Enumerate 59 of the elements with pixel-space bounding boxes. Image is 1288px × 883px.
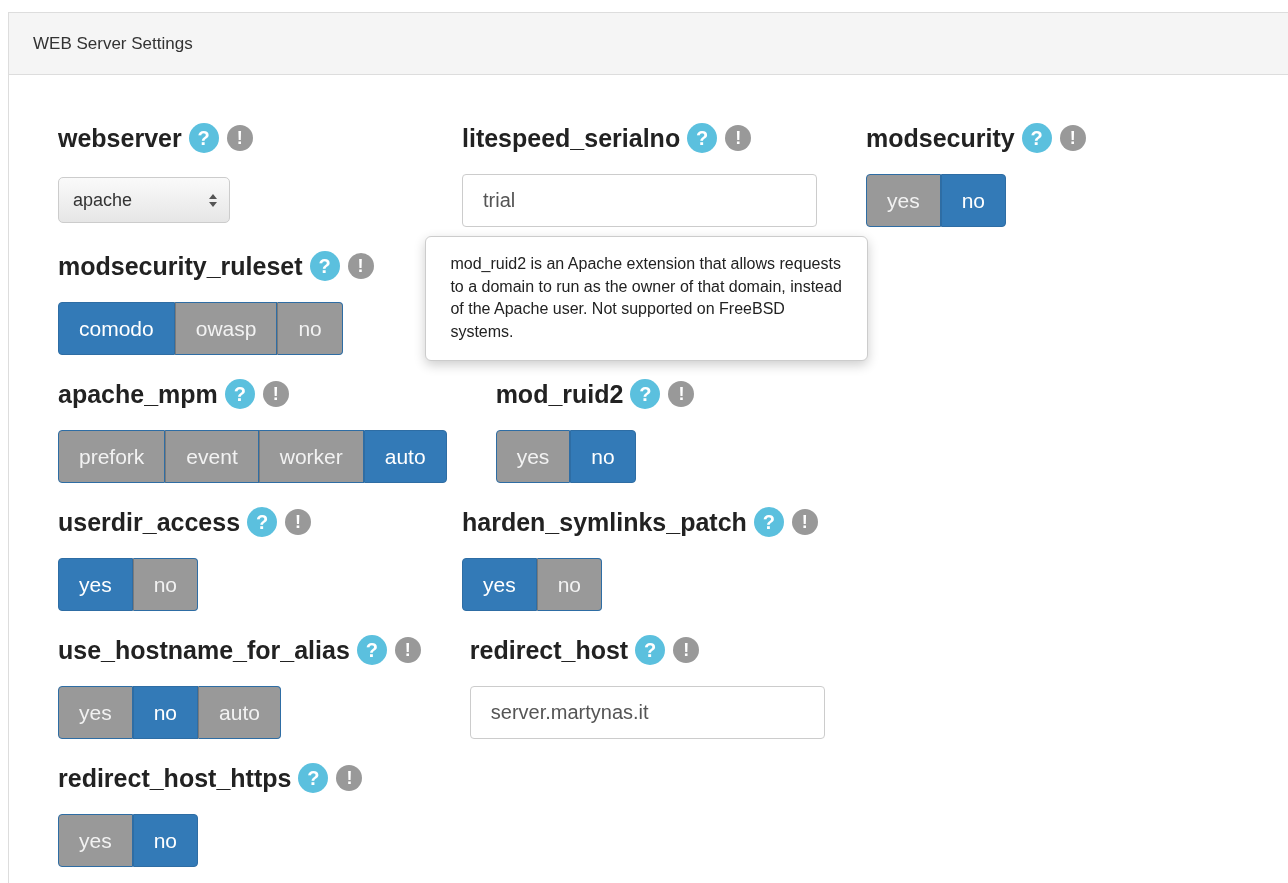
help-icon[interactable]: ? xyxy=(635,635,666,665)
setting-label: harden_symlinks_patch xyxy=(462,507,747,537)
setting-label: webserver xyxy=(58,123,182,153)
toggle-option[interactable]: owasp xyxy=(174,302,278,355)
panel-title: WEB Server Settings xyxy=(33,33,193,54)
info-icon[interactable]: ! xyxy=(347,253,374,279)
info-icon[interactable]: ! xyxy=(791,509,818,535)
help-icon[interactable]: ? xyxy=(630,379,661,409)
toggle-option[interactable]: no xyxy=(132,814,199,867)
help-icon[interactable]: ? xyxy=(247,507,278,537)
toggle-option[interactable]: yes xyxy=(58,814,133,867)
setting-label: redirect_host_https xyxy=(58,763,292,793)
toggle-option[interactable]: yes xyxy=(462,558,537,611)
setting-label: mod_ruid2 xyxy=(495,379,624,409)
text-field[interactable]: trial xyxy=(462,174,817,227)
setting-label: redirect_host xyxy=(469,635,629,665)
toggle-option[interactable]: no xyxy=(277,302,343,355)
info-icon[interactable]: ! xyxy=(262,381,289,407)
setting-label: use_hostname_for_alias xyxy=(58,635,350,665)
setting-label: litespeed_serialno xyxy=(462,123,681,153)
text-field[interactable]: server.martynas.it xyxy=(469,686,825,739)
info-icon[interactable]: ! xyxy=(336,765,363,791)
toggle-option[interactable]: event xyxy=(165,430,259,483)
toggle-option[interactable]: auto xyxy=(198,686,281,739)
info-icon[interactable]: ! xyxy=(673,637,700,663)
setting-label: modsecurity xyxy=(866,123,1015,153)
info-icon[interactable]: ! xyxy=(285,509,312,535)
info-icon[interactable]: ! xyxy=(394,637,421,663)
help-icon[interactable]: ? xyxy=(298,763,329,793)
help-icon[interactable]: ? xyxy=(1021,123,1052,153)
help-icon[interactable]: ? xyxy=(753,507,784,537)
info-icon[interactable]: ! xyxy=(725,125,752,151)
toggle-option[interactable]: yes xyxy=(58,558,133,611)
setting-label: modsecurity_ruleset xyxy=(58,251,303,281)
help-icon[interactable]: ? xyxy=(356,635,387,665)
select-dropdown[interactable]: apache xyxy=(58,177,230,223)
toggle-option[interactable]: yes xyxy=(495,430,571,483)
help-icon[interactable]: ? xyxy=(224,379,255,409)
help-icon[interactable]: ? xyxy=(687,123,718,153)
help-icon[interactable]: ? xyxy=(309,251,340,281)
setting-label: userdir_access xyxy=(58,507,241,537)
toggle-option[interactable]: yes xyxy=(866,174,941,227)
updown-arrows-icon xyxy=(209,193,217,207)
toggle-option[interactable]: prefork xyxy=(58,430,166,483)
tooltip: mod_ruid2 is an Apache extension that allows requests to a domain to run as the owner of that domain, instead of the Apache user. Not supported on FreeBSD systems. xyxy=(425,236,869,361)
toggle-option[interactable]: auto xyxy=(363,430,447,483)
toggle-option[interactable]: no xyxy=(570,430,636,483)
info-icon[interactable]: ! xyxy=(1059,125,1086,151)
toggle-option[interactable]: comodo xyxy=(58,302,175,355)
setting-label: apache_mpm xyxy=(58,379,218,409)
toggle-option[interactable]: worker xyxy=(258,430,364,483)
help-icon[interactable]: ? xyxy=(188,123,219,153)
toggle-option[interactable]: no xyxy=(940,174,1007,227)
toggle-option[interactable]: yes xyxy=(58,686,133,739)
info-icon[interactable]: ! xyxy=(226,125,253,151)
info-icon[interactable]: ! xyxy=(668,381,695,407)
toggle-option[interactable]: no xyxy=(132,686,199,739)
toggle-option[interactable]: no xyxy=(536,558,603,611)
toggle-option[interactable]: no xyxy=(132,558,199,611)
